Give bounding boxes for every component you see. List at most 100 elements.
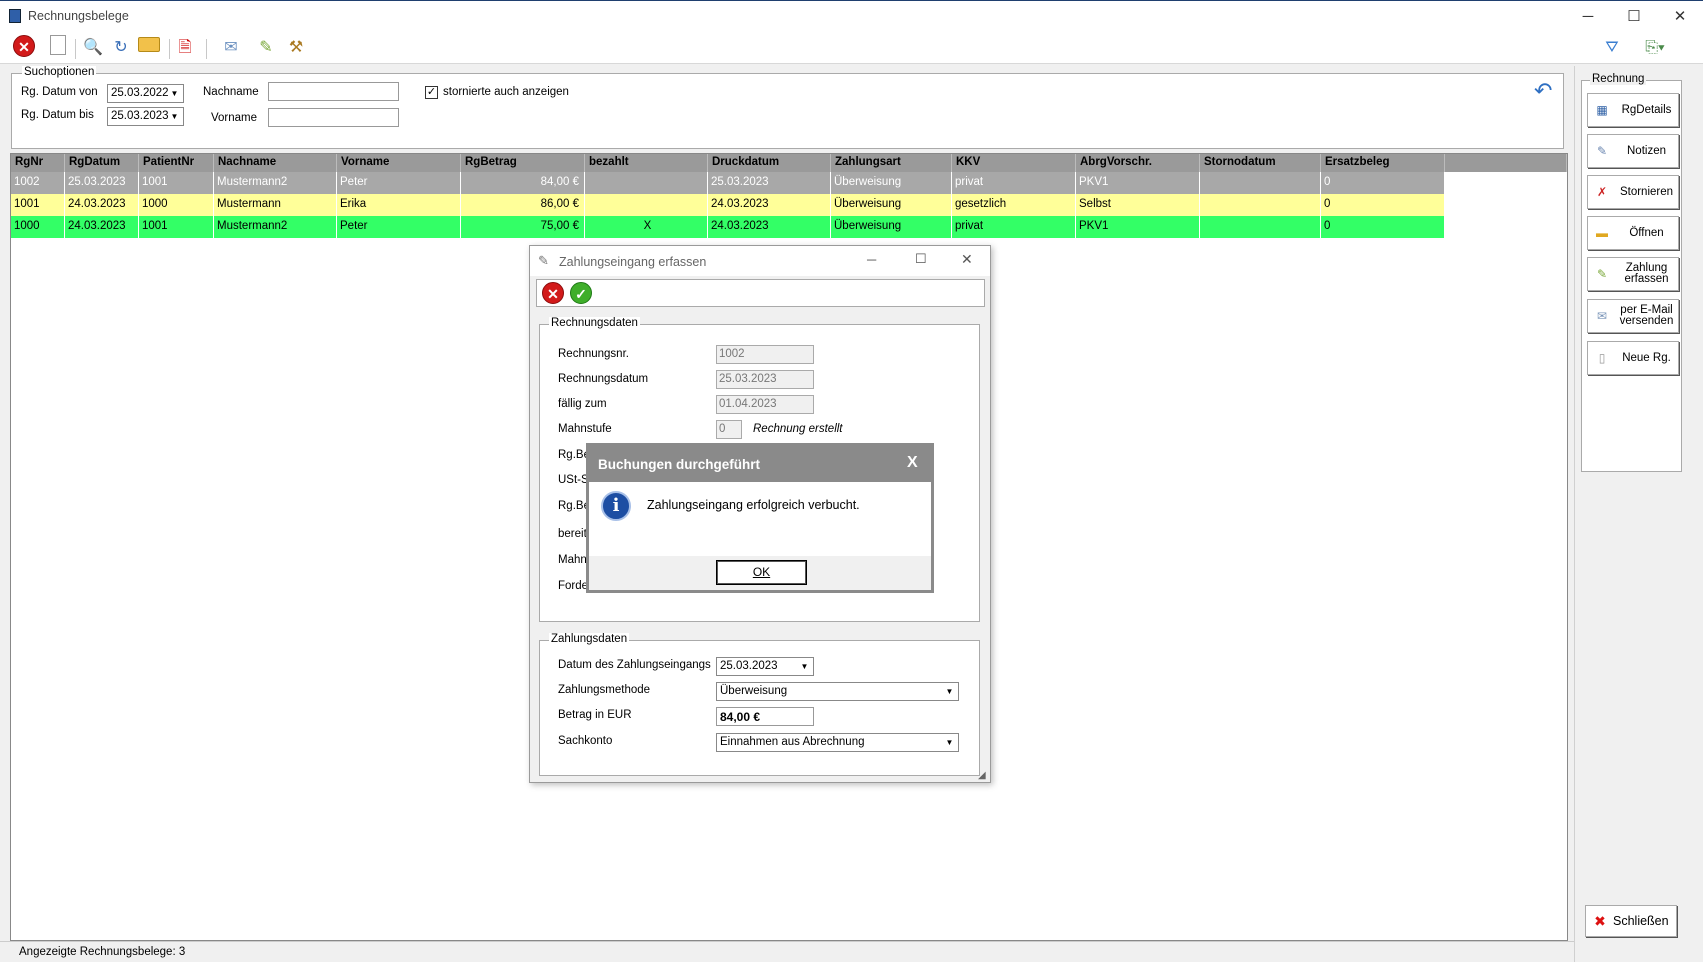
- rechnung-legend: Rechnung: [1590, 73, 1647, 85]
- notizen-button[interactable]: ✎ Notizen: [1587, 134, 1679, 168]
- message-box-close-button[interactable]: X: [907, 454, 918, 472]
- table-cell: 0: [1321, 194, 1445, 216]
- back-arrow-icon[interactable]: ↶: [1534, 78, 1552, 104]
- mahnstufe-field: 0: [716, 420, 742, 439]
- dialog-title-bar: ✎ Zahlungseingang erfassen ─ ☐ ✕: [530, 246, 990, 276]
- ok-button[interactable]: OK: [716, 560, 807, 585]
- table-cell: 24.03.2023: [65, 194, 139, 216]
- oeffnen-button[interactable]: ▬ Öffnen: [1587, 216, 1679, 250]
- close-icon[interactable]: ✕: [11, 35, 37, 61]
- dialog-minimize-button[interactable]: ─: [867, 252, 876, 267]
- zahlung-erfassen-button[interactable]: ✎ Zahlung erfassen: [1587, 257, 1679, 291]
- column-header[interactable]: Zahlungsart: [831, 154, 952, 172]
- table-row[interactable]: 1001 24.03.2023 1000 Mustermann Erika 86,00 €…: [11, 194, 1445, 216]
- tools-icon[interactable]: ⚒: [283, 35, 309, 61]
- payment-icon[interactable]: ✎: [253, 35, 279, 61]
- mahnstufe-label: Mahnstufe: [558, 423, 612, 435]
- firstname-input[interactable]: [268, 108, 399, 127]
- datum-zahlungseingang-value: 25.03.2023: [720, 660, 778, 672]
- table-cell: 24.03.2023: [708, 216, 831, 238]
- payment-icon: ✎: [1596, 267, 1608, 281]
- table-cell: privat: [952, 216, 1076, 238]
- neue-rechnung-button[interactable]: ▯ Neue Rg.: [1587, 341, 1679, 375]
- sachkonto-combo[interactable]: Einnahmen aus Abrechnung ▼: [716, 733, 959, 752]
- column-header[interactable]: Vorname: [337, 154, 461, 172]
- app-icon: [9, 9, 21, 23]
- open-folder-icon[interactable]: [136, 35, 162, 61]
- table-cell: 86,00 €: [461, 194, 585, 216]
- table-cell: Mustermann2: [214, 216, 337, 238]
- column-header[interactable]: bezahlt: [585, 154, 708, 172]
- window-close-button[interactable]: ✕: [1657, 5, 1703, 29]
- dialog-maximize-button[interactable]: ☐: [915, 251, 927, 267]
- stornieren-button-label: Stornieren: [1619, 185, 1674, 198]
- search-options-legend: Suchoptionen: [22, 66, 97, 78]
- show-cancelled-checkbox[interactable]: ✓: [425, 86, 438, 99]
- resize-grip-icon[interactable]: ◢: [978, 770, 986, 781]
- zahlungsdaten-legend: Zahlungsdaten: [549, 633, 630, 645]
- column-header[interactable]: PatientNr: [139, 154, 214, 172]
- rgdetails-button[interactable]: ▦ RgDetails: [1587, 93, 1679, 127]
- sachkonto-value: Einnahmen aus Abrechnung: [720, 736, 865, 748]
- table-cell: 1001: [139, 172, 214, 194]
- column-header[interactable]: RgDatum: [65, 154, 139, 172]
- export-icon[interactable]: ⎘▾: [1642, 35, 1668, 61]
- filter-clear-icon[interactable]: ⛛: [1599, 35, 1625, 61]
- column-header[interactable]: KKV: [952, 154, 1076, 172]
- table-cell: 0: [1321, 172, 1445, 194]
- table-cell: Mustermann2: [214, 172, 337, 194]
- table-cell: [585, 194, 708, 216]
- zahlungsmethode-combo[interactable]: Überweisung ▼: [716, 682, 959, 701]
- mahn-label: Mahn: [558, 554, 587, 566]
- datum-zahlungseingang-combo[interactable]: 25.03.2023 ▼: [716, 657, 814, 676]
- column-header[interactable]: Nachname: [214, 154, 337, 172]
- date-to-combo[interactable]: 25.03.2023 ▼: [107, 107, 184, 126]
- message-box-title: Buchungen durchgeführt: [598, 457, 760, 472]
- delete-icon[interactable]: 🗎: [172, 35, 198, 61]
- rechnungsdatum-field: 25.03.2023: [716, 370, 814, 389]
- info-icon: i: [601, 491, 631, 521]
- table-cell: privat: [952, 172, 1076, 194]
- dropdown-arrow-icon[interactable]: ▼: [797, 659, 812, 674]
- table-row[interactable]: 1002 25.03.2023 1001 Mustermann2 Peter 84,00 …: [11, 172, 1445, 194]
- table-cell: 1001: [139, 216, 214, 238]
- dropdown-arrow-icon[interactable]: ▼: [167, 86, 182, 101]
- folder-icon: ▬: [1596, 226, 1608, 240]
- message-box-header: Buchungen durchgeführt X: [589, 446, 931, 482]
- column-header[interactable]: AbrgVorschr.: [1076, 154, 1200, 172]
- table-row[interactable]: 1000 24.03.2023 1001 Mustermann2 Peter 75,00 …: [11, 216, 1445, 238]
- email-icon[interactable]: ✉: [218, 35, 244, 61]
- column-header-filler: [1445, 154, 1567, 172]
- dropdown-arrow-icon[interactable]: ▼: [167, 109, 182, 124]
- stornieren-button[interactable]: ✗ Stornieren: [1587, 175, 1679, 209]
- rechnungsnr-label: Rechnungsnr.: [558, 348, 629, 360]
- right-panel: Rechnung ▦ RgDetails ✎ Notizen ✗ Stornieren ▬ Ö…: [1574, 66, 1703, 962]
- column-header[interactable]: RgBetrag: [461, 154, 585, 172]
- cancel-icon[interactable]: ✕: [542, 282, 564, 304]
- preview-icon[interactable]: 🔍: [80, 35, 106, 61]
- confirm-icon[interactable]: ✓: [570, 282, 592, 304]
- refresh-icon[interactable]: ↻: [108, 35, 134, 61]
- new-document-icon[interactable]: [45, 35, 71, 61]
- dropdown-arrow-icon[interactable]: ▼: [942, 735, 957, 750]
- column-header[interactable]: Druckdatum: [708, 154, 831, 172]
- date-from-combo[interactable]: 25.03.2022 ▼: [107, 84, 184, 103]
- faellig-field: 01.04.2023: [716, 395, 814, 414]
- minimize-button[interactable]: ─: [1565, 5, 1611, 29]
- lastname-label: Nachname: [203, 86, 259, 98]
- dialog-title: Zahlungseingang erfassen: [559, 255, 707, 269]
- column-header[interactable]: Ersatzbeleg: [1321, 154, 1445, 172]
- table-cell: 75,00 €: [461, 216, 585, 238]
- dialog-close-button[interactable]: ✕: [961, 251, 973, 268]
- neue-rechnung-button-label: Neue Rg.: [1622, 351, 1671, 364]
- payment-icon: ✎: [538, 253, 549, 268]
- schliessen-button[interactable]: ✖ Schließen: [1585, 905, 1677, 937]
- maximize-button[interactable]: ☐: [1611, 5, 1657, 29]
- column-header[interactable]: Stornodatum: [1200, 154, 1321, 172]
- table-cell: Peter: [337, 216, 461, 238]
- betrag-input[interactable]: 84,00 €: [716, 707, 814, 726]
- lastname-input[interactable]: [268, 82, 399, 101]
- email-versenden-button[interactable]: ✉ per E-Mail versenden: [1587, 299, 1679, 333]
- dropdown-arrow-icon[interactable]: ▼: [942, 684, 957, 699]
- column-header[interactable]: RgNr: [11, 154, 65, 172]
